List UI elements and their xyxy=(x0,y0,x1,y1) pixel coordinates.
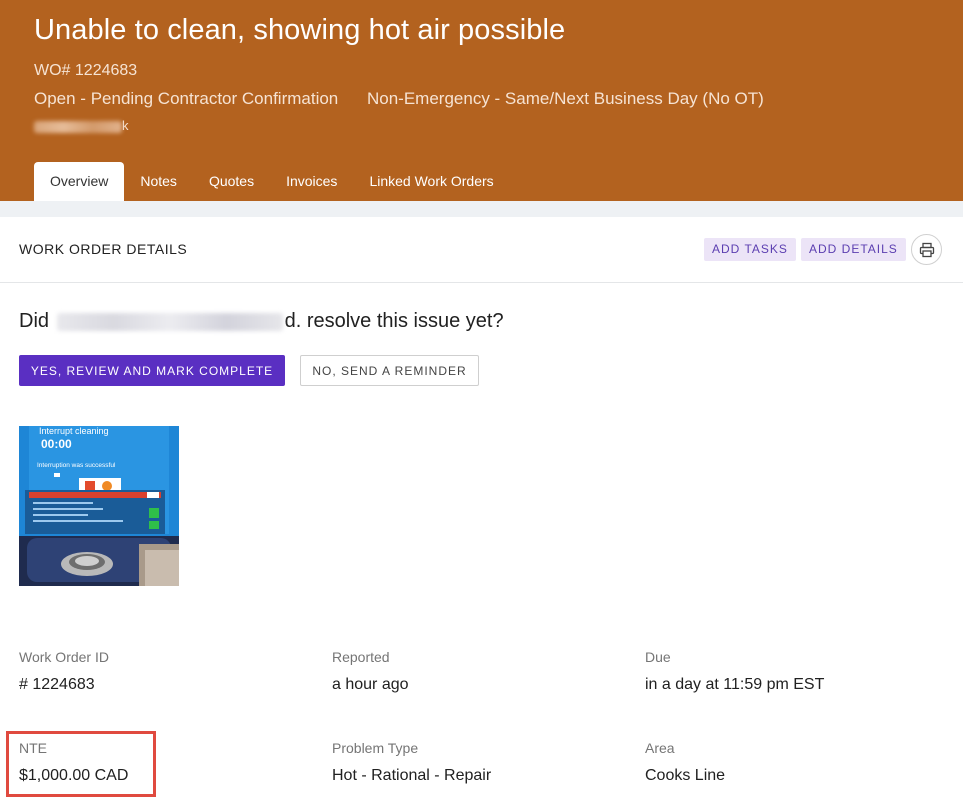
due-value: in a day at 11:59 pm EST xyxy=(645,676,825,693)
page-title: Unable to clean, showing hot air possibl… xyxy=(34,14,566,46)
add-details-button[interactable]: ADD DETAILS xyxy=(801,238,906,261)
problem-type-label: Problem Type xyxy=(332,740,419,756)
tab-notes[interactable]: Notes xyxy=(124,162,193,201)
problem-type-value: Hot - Rational - Repair xyxy=(332,767,492,784)
question-tail: d. resolve this issue yet? xyxy=(284,310,504,332)
resolve-question: Did d. resolve this issue yet? xyxy=(19,310,504,333)
contact-name-visible: k xyxy=(122,118,129,133)
photo-screen-message: Interruption was successful xyxy=(37,462,116,469)
section-header: WORK ORDER DETAILS ADD TASKS ADD DETAILS xyxy=(0,217,963,283)
reported-value: a hour ago xyxy=(332,676,409,693)
tab-linked-work-orders[interactable]: Linked Work Orders xyxy=(353,162,509,201)
work-order-header: Unable to clean, showing hot air possibl… xyxy=(0,0,963,201)
redacted-text xyxy=(34,120,122,133)
tab-overview[interactable]: Overview xyxy=(34,162,125,201)
due-label: Due xyxy=(645,649,671,665)
redacted-contractor-name xyxy=(56,312,283,331)
question-start: Did xyxy=(19,310,50,332)
work-order-number: WO# 1224683 xyxy=(34,62,138,79)
area-label: Area xyxy=(645,740,675,756)
print-button[interactable] xyxy=(911,234,942,265)
section-title: WORK ORDER DETAILS xyxy=(19,241,188,257)
oven-screen-photo: Interrupt cleaning 00:00 Interruption wa… xyxy=(19,426,179,586)
attachment-photo[interactable]: Interrupt cleaning 00:00 Interruption wa… xyxy=(19,426,179,586)
tab-bar: Overview Notes Quotes Invoices Linked Wo… xyxy=(34,162,510,201)
photo-screen-time: 00:00 xyxy=(41,437,72,451)
area-value: Cooks Line xyxy=(645,767,726,784)
reported-label: Reported xyxy=(332,649,390,665)
yes-mark-complete-button[interactable]: YES, REVIEW AND MARK COMPLETE xyxy=(19,355,285,386)
priority-text: Non-Emergency - Same/Next Business Day (… xyxy=(367,89,764,108)
send-reminder-button[interactable]: NO, SEND A REMINDER xyxy=(300,355,479,386)
tab-quotes[interactable]: Quotes xyxy=(193,162,270,201)
tab-invoices[interactable]: Invoices xyxy=(270,162,353,201)
contact-name-redacted: k xyxy=(34,118,129,133)
nte-value: $1,000.00 CAD xyxy=(19,767,129,784)
status-text: Open - Pending Contractor Confirmation xyxy=(34,89,339,108)
status-line: Open - Pending Contractor Confirmation N… xyxy=(34,89,764,109)
photo-screen-title: Interrupt cleaning xyxy=(39,426,109,436)
printer-icon xyxy=(919,242,934,257)
add-tasks-button[interactable]: ADD TASKS xyxy=(704,238,796,261)
work-order-id-label: Work Order ID xyxy=(19,649,109,665)
nte-label: NTE xyxy=(19,740,47,756)
divider-band xyxy=(0,201,963,217)
work-order-id-value: # 1224683 xyxy=(19,676,95,693)
